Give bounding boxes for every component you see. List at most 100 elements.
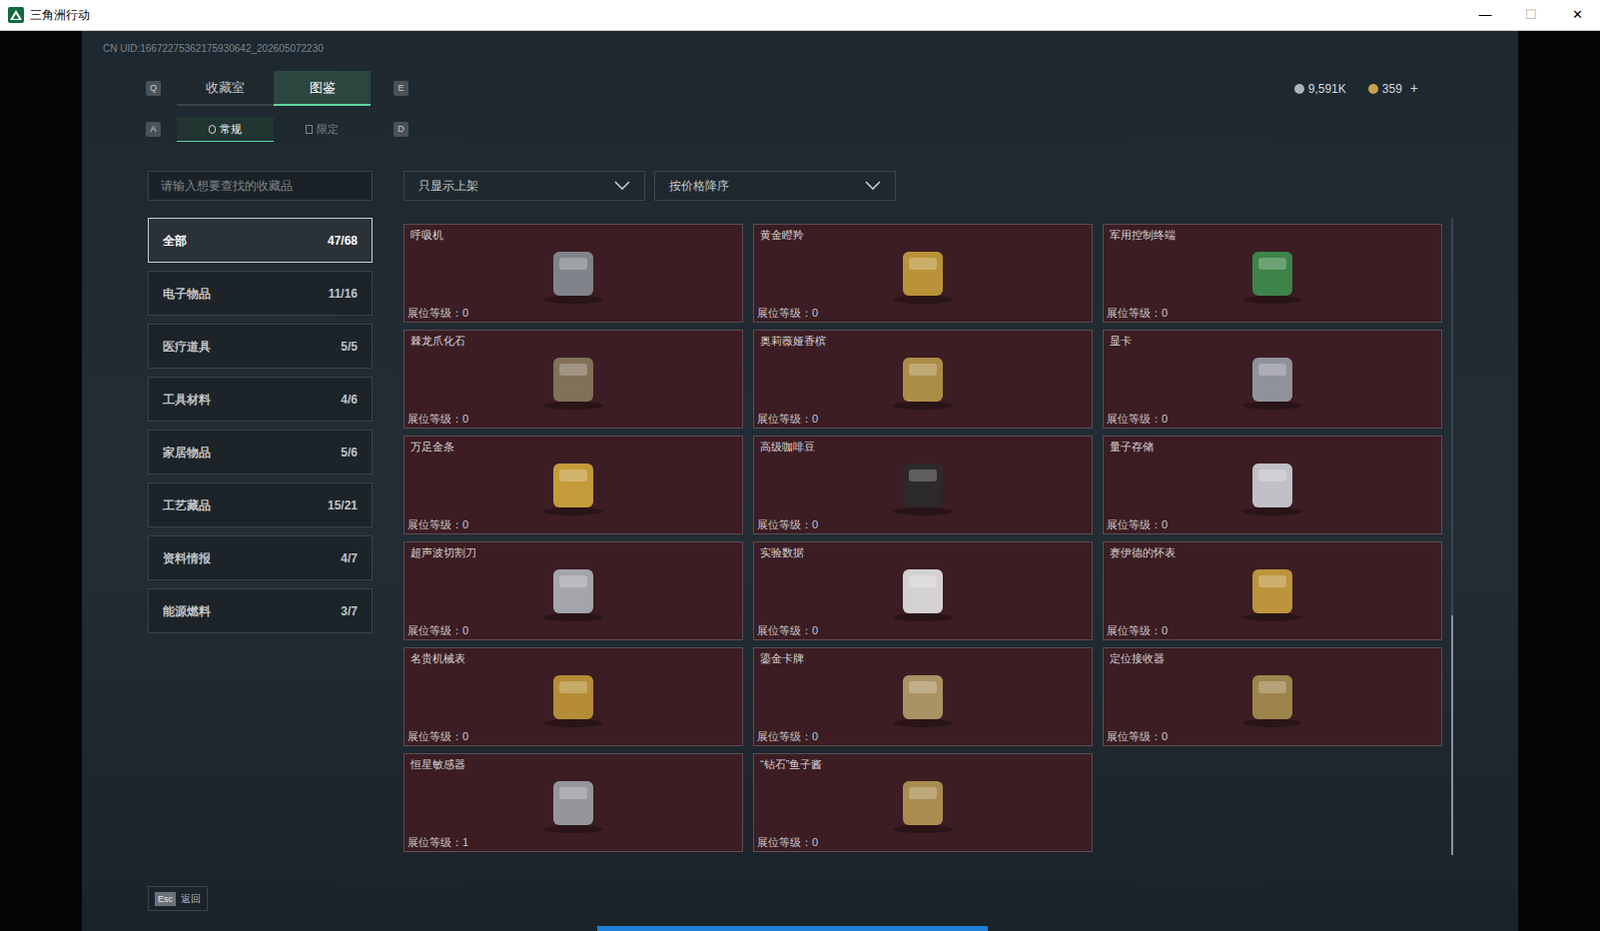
currency: 9,591K [1294,79,1347,98]
chevron-down-icon [614,180,631,191]
item-image-icon [1217,241,1328,306]
key-hint: D [393,121,409,137]
collection-card[interactable]: 量子存储展位等级：0 [1102,435,1443,535]
item-image-icon [1217,453,1328,518]
app-window: 三角洲行动 —☐✕ CN UID:16672275362175930642_2026… [0,0,1600,931]
back-button[interactable]: Esc返回 [147,885,208,911]
item-name: 奥莉薇娅香槟 [754,330,1092,348]
tab-mark-icon [305,124,313,134]
app-logo-icon [7,6,24,23]
item-name: 实验数据 [754,542,1092,560]
item-image-icon [867,347,978,412]
key-hint: E [393,80,409,96]
collection-card[interactable]: 赛伊德的怀表展位等级：0 [1102,541,1443,641]
scrollbar-track[interactable] [1451,217,1454,855]
item-level: 展位等级：0 [404,411,743,428]
sub-tab[interactable]: 常规 [176,116,274,142]
item-name: 恒星敏感器 [404,754,743,772]
collection-card[interactable]: 军用控制终端展位等级：0 [1102,223,1443,323]
item-level: 展位等级：0 [404,517,743,534]
item-name: 量子存储 [1103,436,1442,454]
item-level: 展位等级：1 [404,834,743,851]
category-item[interactable]: 能源燃料3/7 [147,588,373,634]
top-tab[interactable]: 图鉴 [273,70,371,106]
item-image-icon [518,347,629,412]
category-item[interactable]: 资料情报4/7 [147,535,373,581]
item-name: 名贵机械表 [404,648,743,666]
item-image-icon [518,771,629,835]
item-level: 展位等级：0 [1103,411,1442,428]
window-control[interactable]: ☐ [1508,4,1555,25]
search-field[interactable]: 请输入想要查找的收藏品 [147,170,373,201]
item-name: 呼吸机 [404,224,743,242]
collection-card[interactable]: 名贵机械表展位等级：0 [403,647,744,747]
item-image-icon [1217,347,1328,412]
category-item[interactable]: 家居物品5/6 [147,429,373,475]
coin-icon [1294,83,1305,94]
item-image-icon [867,665,978,730]
collection-card[interactable]: “钻石”鱼子酱展位等级：0 [753,753,1093,852]
category-item[interactable]: 工艺藏品15/21 [147,482,373,528]
item-level: 展位等级：0 [754,411,1092,428]
item-level: 展位等级：0 [1103,623,1442,640]
item-name: 定位接收器 [1103,648,1442,666]
window-control[interactable]: — [1462,4,1509,25]
filter-dropdown[interactable]: 按价格降序 [654,170,896,201]
item-image-icon [867,241,978,306]
collection-card[interactable]: 定位接收器展位等级：0 [1102,647,1443,747]
currency: 359+ [1368,77,1419,99]
item-name: 显卡 [1103,330,1442,348]
collection-card[interactable]: 显卡展位等级：0 [1102,329,1443,429]
item-name: 军用控制终端 [1103,224,1442,242]
category-sidebar: 全部47/68 电子物品11/16 医疗道具5/5 工具材料4/6 家居物品5/6 工艺藏… [147,217,373,886]
item-image-icon [518,665,629,730]
title-bar: 三角洲行动 —☐✕ [0,0,1600,31]
item-name: 棘龙爪化石 [404,330,743,348]
category-item[interactable]: 电子物品11/16 [147,270,373,316]
collection-card[interactable]: 高级咖啡豆展位等级：0 [753,435,1093,535]
loading-bar [597,925,988,931]
collection-card[interactable]: 鎏金卡牌展位等级：0 [753,647,1093,747]
right-letterbox [1518,30,1600,931]
item-grid: 呼吸机展位等级：0黄金瞪羚展位等级：0军用控制终端展位等级：0棘龙爪化石展位等级… [403,223,1443,852]
sub-tab[interactable]: 限定 [273,116,371,142]
window-control[interactable]: ✕ [1554,4,1600,25]
collection-card[interactable]: 恒星敏感器展位等级：1 [403,753,744,852]
add-currency-button[interactable]: + [1410,77,1419,99]
main-panel: CN UID:16672275362175930642_202605072230… [81,30,1519,931]
item-name: 超声波切割刀 [404,542,743,560]
collection-card[interactable]: 实验数据展位等级：0 [753,541,1093,641]
item-level: 展位等级：0 [754,305,1092,322]
window-title: 三角洲行动 [29,5,90,24]
item-image-icon [1217,665,1328,730]
collection-card[interactable]: 黄金瞪羚展位等级：0 [753,223,1093,323]
item-image-icon [518,453,629,518]
item-level: 展位等级：0 [754,517,1092,534]
uid-text: CN UID:16672275362175930642_202605072230 [81,42,324,55]
item-level: 展位等级：0 [1103,729,1442,746]
item-name: 万足金条 [404,436,743,454]
collection-card[interactable]: 万足金条展位等级：0 [403,435,744,535]
item-name: 鎏金卡牌 [754,648,1092,666]
scrollbar-thumb[interactable] [1451,615,1454,855]
item-level: 展位等级：0 [754,729,1092,746]
collection-card[interactable]: 棘龙爪化石展位等级：0 [403,329,744,429]
item-name: 赛伊德的怀表 [1103,542,1442,560]
item-image-icon [518,241,629,306]
filter-dropdown[interactable]: 只显示上架 [403,170,646,201]
item-name: “钻石”鱼子酱 [754,754,1092,772]
category-item[interactable]: 全部47/68 [147,217,373,263]
top-tab[interactable]: 收藏室 [176,70,274,106]
item-name: 黄金瞪羚 [754,224,1092,242]
category-item[interactable]: 工具材料4/6 [147,376,373,422]
collection-card[interactable]: 呼吸机展位等级：0 [403,223,744,323]
category-item[interactable]: 医疗道具5/5 [147,323,373,369]
item-name: 高级咖啡豆 [754,436,1092,454]
item-level: 展位等级：0 [754,834,1092,851]
item-level: 展位等级：0 [404,305,743,322]
item-level: 展位等级：0 [754,623,1092,640]
chevron-down-icon [864,180,881,191]
collection-card[interactable]: 超声波切割刀展位等级：0 [403,541,744,641]
collection-card[interactable]: 奥莉薇娅香槟展位等级：0 [753,329,1093,429]
item-image-icon [867,771,978,835]
